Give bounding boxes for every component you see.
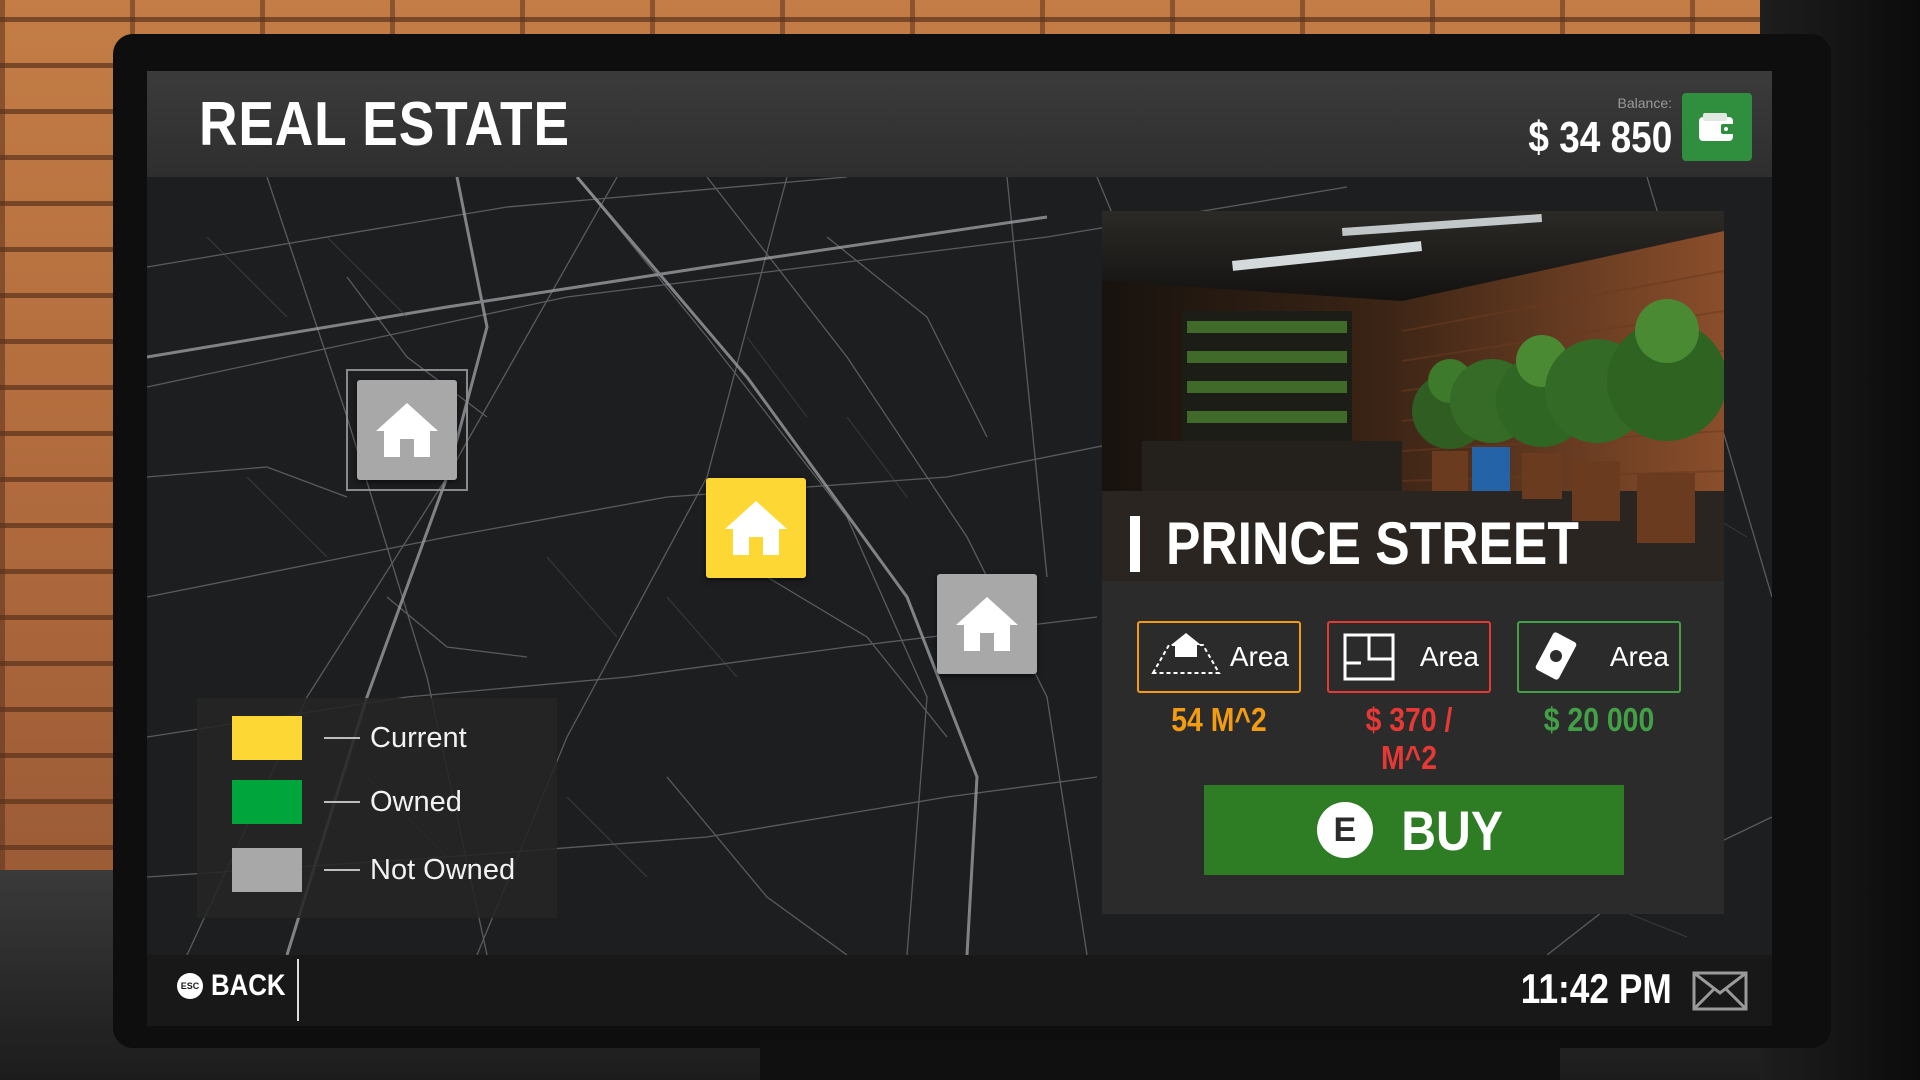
- buy-key-hint: E: [1316, 802, 1373, 858]
- title-accent-bar: [1130, 515, 1140, 572]
- stat-size-value: 54 M^2: [1171, 701, 1267, 738]
- legend-item-current: Current: [232, 716, 467, 760]
- property-title: PRINCE STREET: [1130, 509, 1646, 578]
- legend-swatch-current: [232, 716, 302, 760]
- legend-item-not-owned: Not Owned: [232, 848, 515, 892]
- legend-label: Owned: [370, 785, 462, 818]
- house-icon: [956, 597, 1018, 651]
- stat-total-price: Area: [1517, 621, 1681, 693]
- cash-icon: [1535, 632, 1577, 680]
- house-icon: [376, 403, 438, 457]
- footer-divider: [297, 959, 299, 1021]
- stat-label: Area: [1609, 641, 1669, 672]
- monitor-stand: [760, 1040, 1560, 1080]
- stat-total-price-value: $ 20 000: [1543, 701, 1655, 738]
- legend-label: Current: [370, 721, 467, 754]
- buy-label: BUY: [1401, 798, 1503, 862]
- esc-key-icon: ESC: [177, 973, 203, 999]
- balance-value: $ 34 850: [1528, 113, 1672, 162]
- header-bar: REAL ESTATE Balance: $ 34 850: [147, 71, 1772, 177]
- back-button[interactable]: ESC BACK: [177, 969, 298, 1003]
- property-pin-current[interactable]: [706, 478, 806, 578]
- mail-icon[interactable]: [1692, 971, 1748, 1011]
- footer-bar: ESC BACK 11:42 PM: [147, 955, 1772, 1026]
- page-title: REAL ESTATE: [199, 90, 570, 159]
- map-legend: Current Owned Not Owned: [197, 698, 557, 918]
- wallet-button[interactable]: [1682, 93, 1752, 161]
- real-estate-screen: REAL ESTATE Balance: $ 34 850 Current Ow…: [147, 71, 1772, 1026]
- legend-item-owned: Owned: [232, 780, 462, 824]
- balance-label: Balance:: [1617, 95, 1672, 111]
- house-icon: [725, 501, 787, 555]
- stat-size: Area: [1137, 621, 1301, 693]
- floor-plan-icon: [1343, 633, 1395, 681]
- stat-price-per-area-value: $ 370 / M^2: [1365, 701, 1453, 776]
- legend-dash: [324, 801, 360, 803]
- stat-price-per-area: Area: [1327, 621, 1491, 693]
- property-pin-not-owned-1[interactable]: [357, 380, 457, 480]
- legend-swatch-owned: [232, 780, 302, 824]
- legend-label: Not Owned: [370, 853, 516, 886]
- property-pin-not-owned-2[interactable]: [937, 574, 1037, 674]
- stat-label: Area: [1419, 641, 1479, 672]
- legend-dash: [324, 869, 360, 871]
- legend-swatch-not-owned: [232, 848, 302, 892]
- legend-dash: [324, 737, 360, 739]
- wallet-icon: [1699, 113, 1735, 141]
- stat-label: Area: [1229, 641, 1289, 672]
- property-photo: PRINCE STREET: [1102, 211, 1724, 581]
- back-label: BACK: [211, 969, 286, 1002]
- property-name: PRINCE STREET: [1166, 510, 1579, 577]
- buy-button[interactable]: E BUY: [1204, 785, 1624, 875]
- house-area-icon: [1151, 633, 1221, 674]
- property-card: PRINCE STREET Area 54 M^2 Area $ 370 / M…: [1102, 211, 1724, 914]
- clock: 11:42 PM: [1520, 965, 1672, 1012]
